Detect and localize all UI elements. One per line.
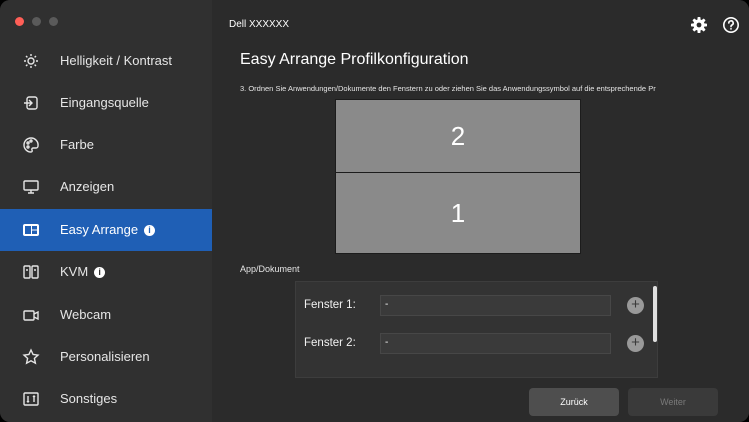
star-icon: [22, 348, 40, 366]
sidebar-item-label: Anzeigen: [60, 179, 115, 194]
sidebar-item-label-wrap: KVM i: [60, 264, 106, 279]
sidebar-item-color[interactable]: Farbe: [0, 124, 212, 166]
close-window-button[interactable]: [15, 17, 24, 26]
page-title: Easy Arrange Profilkonfiguration: [240, 51, 469, 68]
display-icon: [22, 178, 40, 196]
sidebar-item-label: Personalisieren: [60, 349, 150, 364]
sidebar: Helligkeit / Kontrast Eingangsquelle Far…: [0, 0, 212, 422]
next-button[interactable]: Weiter: [628, 388, 718, 416]
sidebar-item-label: Easy Arrange: [60, 222, 139, 237]
list-scrollbar[interactable]: [653, 286, 657, 342]
sidebar-item-personalize[interactable]: Personalisieren: [0, 336, 212, 378]
sidebar-item-display[interactable]: Anzeigen: [0, 166, 212, 208]
window-2-add-button[interactable]: +: [627, 335, 644, 352]
input-source-icon: [22, 94, 40, 112]
info-icon[interactable]: i: [144, 225, 156, 236]
window-1-add-button[interactable]: +: [627, 297, 644, 314]
webcam-icon: [22, 306, 40, 324]
sidebar-item-others[interactable]: Sonstiges: [0, 378, 212, 420]
window-controls: [15, 17, 58, 26]
sidebar-item-label: Eingangsquelle: [60, 95, 149, 110]
gear-icon[interactable]: [690, 16, 708, 34]
kvm-icon: [22, 263, 40, 281]
window-1-app-field[interactable]: -: [380, 295, 611, 316]
sidebar-item-easy-arrange[interactable]: Easy Arrange i: [0, 209, 212, 251]
sidebar-item-brightness-contrast[interactable]: Helligkeit / Kontrast: [0, 40, 212, 82]
main-panel: Dell XXXXXX Easy Arrange Profilkonfigura…: [212, 0, 749, 422]
instruction-text: 3. Ordnen Sie Anwendungen/Dokumente den …: [240, 84, 656, 93]
sidebar-item-webcam[interactable]: Webcam: [0, 294, 212, 336]
easy-arrange-icon: [22, 221, 40, 239]
help-icon[interactable]: [722, 16, 740, 34]
window-1-label: Fenster 1:: [304, 299, 356, 311]
window-2-label: Fenster 2:: [304, 337, 356, 349]
sidebar-item-label-wrap: Easy Arrange i: [60, 222, 156, 237]
app-document-label: App/Dokument: [240, 264, 300, 274]
sidebar-item-label: Sonstiges: [60, 391, 118, 406]
sidebar-item-label: Helligkeit / Kontrast: [60, 53, 172, 68]
sidebar-item-label: Farbe: [60, 137, 94, 152]
maximize-window-button[interactable]: [49, 17, 58, 26]
monitor-zone-1[interactable]: 1: [335, 172, 581, 254]
monitor-zone-2[interactable]: 2: [335, 99, 581, 173]
window-assignment-list: Fenster 1: - + Fenster 2: - +: [295, 281, 658, 378]
sidebar-item-kvm[interactable]: KVM i: [0, 251, 212, 293]
minimize-window-button[interactable]: [32, 17, 41, 26]
app-window: Helligkeit / Kontrast Eingangsquelle Far…: [0, 0, 749, 422]
sidebar-item-input-source[interactable]: Eingangsquelle: [0, 82, 212, 124]
brightness-icon: [22, 52, 40, 70]
color-palette-icon: [22, 136, 40, 154]
sidebar-item-label: KVM: [60, 264, 89, 279]
back-button[interactable]: Zurück: [529, 388, 619, 416]
others-icon: [22, 390, 40, 408]
window-title: Dell XXXXXX: [229, 19, 290, 30]
info-icon[interactable]: i: [94, 267, 106, 278]
sidebar-item-label: Webcam: [60, 307, 112, 322]
window-2-app-field[interactable]: -: [380, 333, 611, 354]
